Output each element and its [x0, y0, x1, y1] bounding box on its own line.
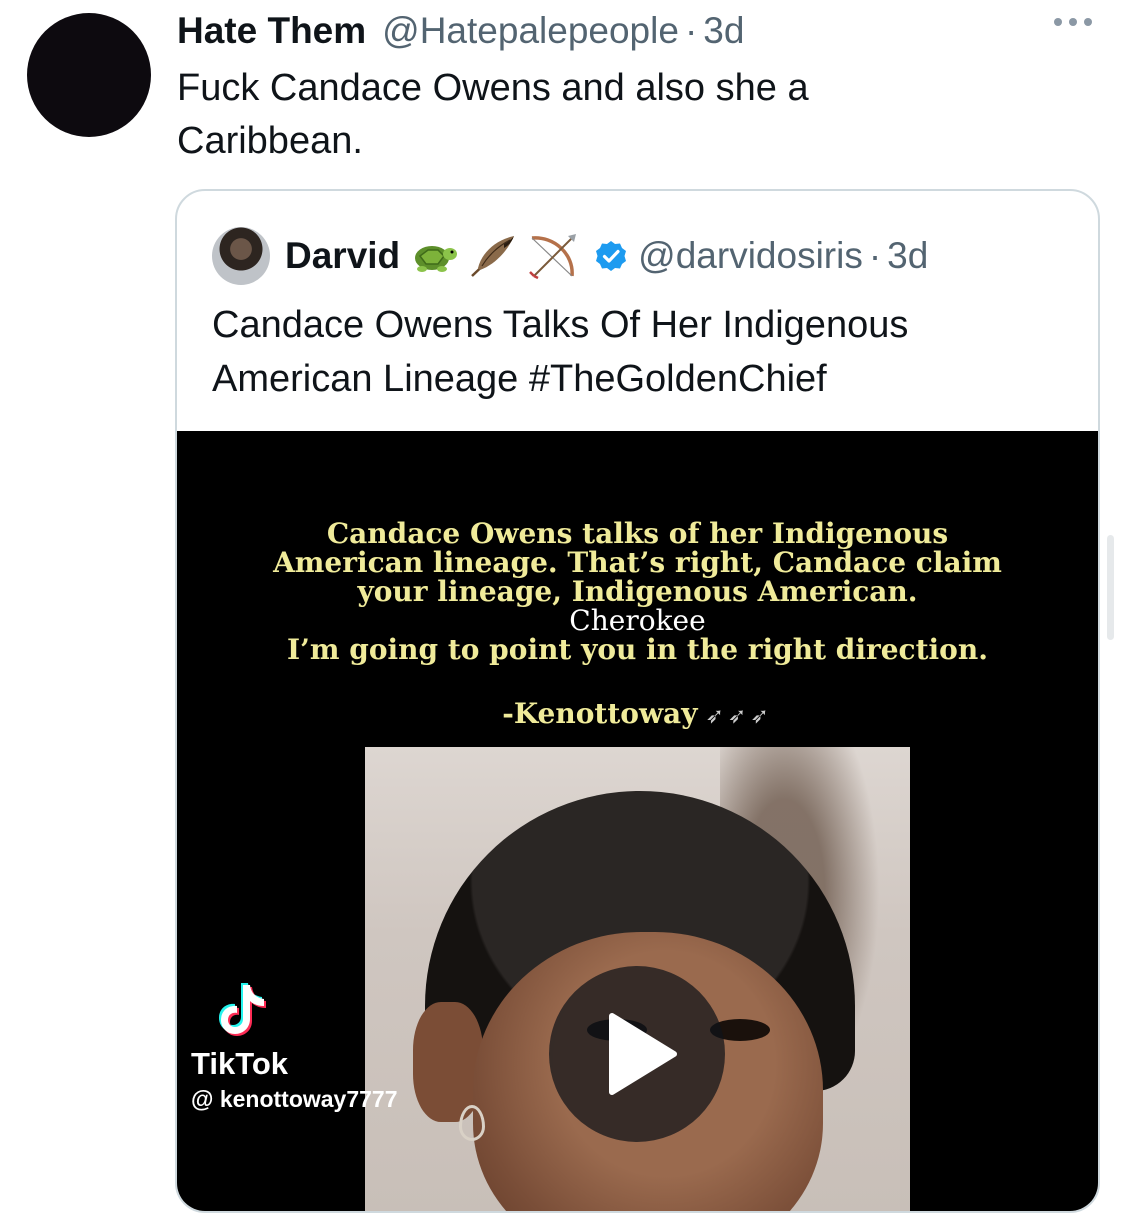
author-name[interactable]: Hate Them [177, 10, 366, 52]
more-options-icon[interactable] [1054, 18, 1092, 26]
caption-line: American lineage. That’s right, Candace … [273, 546, 1002, 579]
quoted-tweet-header: Darvid @darvidosiris · 3d [212, 226, 928, 286]
caption-line: your lineage, Indigenous American. [357, 575, 918, 608]
tiktok-watermark: TikTok @ kenottoway7777 [191, 981, 398, 1113]
quoted-tweet[interactable]: Darvid @darvidosiris · 3d Candace Owens … [175, 189, 1100, 1213]
feathers-icon: ➶➶➶ [705, 704, 773, 729]
tiktok-username: @ kenottoway7777 [191, 1086, 398, 1112]
scrollbar-thumb[interactable] [1107, 535, 1114, 640]
tweet-text: Fuck Candace Owens and also she a Caribb… [177, 62, 1037, 168]
quoted-text-line: Candace Owens Talks Of Her Indigenous [212, 304, 909, 346]
tiktok-logo-icon [219, 981, 398, 1042]
separator-dot: · [868, 235, 882, 276]
earring-shape [459, 1105, 485, 1141]
tiktok-brand-text: TikTok [191, 1046, 289, 1081]
caption-line: Cherokee [569, 604, 706, 637]
tweet-time[interactable]: 3d [703, 10, 744, 52]
author-handle[interactable]: @Hatepalepeople [382, 10, 679, 52]
separator-dot: · [684, 10, 698, 51]
feather-icon [468, 234, 518, 278]
tweet-text-line: Fuck Candace Owens and also she a [177, 67, 809, 109]
quoted-text-line: American Lineage #TheGoldenChief [212, 358, 827, 400]
caption-signature: -Kenottoway ➶➶➶ [177, 697, 1098, 730]
signature-text: -Kenottoway [502, 697, 698, 730]
video-caption: Candace Owens talks of her Indigenous Am… [177, 519, 1098, 664]
video-media[interactable]: Candace Owens talks of her Indigenous Am… [177, 431, 1098, 1211]
quoted-author-avatar[interactable] [212, 227, 270, 285]
tweet-text-line: Caribbean. [177, 120, 363, 162]
caption-line: Candace Owens talks of her Indigenous [326, 517, 949, 550]
quoted-tweet-time[interactable]: 3d [887, 235, 928, 277]
tweet-header: Hate Them @Hatepalepeople · 3d [177, 8, 744, 54]
play-icon [609, 1013, 677, 1095]
quoted-author-name[interactable]: Darvid [285, 235, 400, 277]
bow-and-arrow-icon [528, 232, 580, 280]
quoted-author-handle[interactable]: @darvidosiris [638, 235, 863, 277]
play-button[interactable] [549, 966, 725, 1142]
author-avatar[interactable] [27, 13, 151, 137]
verified-badge-icon [594, 239, 628, 273]
caption-line: I’m going to point you in the right dire… [287, 633, 988, 666]
turtle-icon [410, 236, 458, 276]
quoted-tweet-text: Candace Owens Talks Of Her Indigenous Am… [212, 298, 1072, 406]
